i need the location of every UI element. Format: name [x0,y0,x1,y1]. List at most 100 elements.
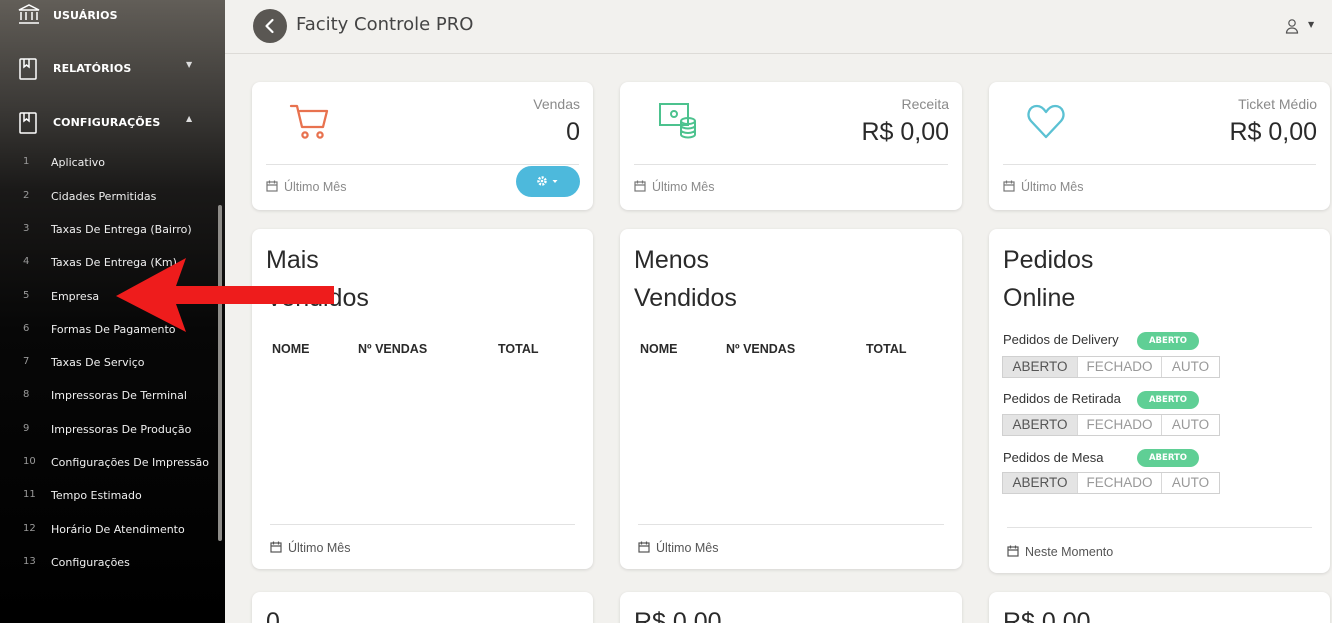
column-header-total[interactable]: TOTAL [866,342,907,356]
sidebar-item-configuracoes-impressao[interactable]: 10 Configurações De Impressão [0,453,212,475]
chevron-down-icon: ▼ [186,60,193,69]
card-title-line: Menos [634,246,710,274]
card-footer-text: Neste Momento [1025,545,1114,559]
bank-icon [17,2,41,30]
option-aberto[interactable]: ABERTO [1003,415,1077,435]
item-number: 6 [23,323,30,334]
divider [1007,527,1312,528]
retirada-status-toggle: ABERTO FECHADO AUTO [1002,414,1220,436]
book-icon [17,57,39,85]
sidebar-item-aplicativo[interactable]: 1 Aplicativo [0,153,212,175]
order-type-label: Pedidos de Retirada [1003,391,1121,406]
card-footer-text: Último Mês [288,541,351,555]
sidebar-section-usuarios[interactable]: USUÁRIOS [0,0,225,40]
stat-footer-text: Último Mês [652,180,715,194]
bottom-card: R$ 0,00 [620,592,962,623]
stat-label: Ticket Médio [1238,96,1317,112]
status-badge: ABERTO [1137,449,1199,467]
item-label: Empresa [51,290,100,303]
calendar-icon [266,180,278,192]
divider [270,524,575,525]
sidebar-item-tempo-estimado[interactable]: 11 Tempo Estimado [0,486,212,508]
stat-value: 0 [566,118,580,146]
stat-value: R$ 0,00 [1229,118,1317,146]
cart-icon [289,101,329,145]
mesa-status-toggle: ABERTO FECHADO AUTO [1002,472,1220,494]
sidebar-section-label: CONFIGURAÇÕES [53,116,161,129]
divider [634,164,948,165]
option-auto[interactable]: AUTO [1161,473,1219,493]
order-type-label: Pedidos de Mesa [1003,450,1104,465]
back-button[interactable] [253,9,287,43]
sidebar-section-label: RELATÓRIOS [53,62,132,75]
divider [266,164,579,165]
card-title-line: Pedidos [1003,246,1094,274]
item-label: Aplicativo [51,156,106,169]
topbar: Facity Controle PRO ▼ [225,0,1332,54]
item-label: Cidades Permitidas [51,190,157,203]
column-header-nome[interactable]: NOME [272,342,310,356]
sidebar-item-impressoras-producao[interactable]: 9 Impressoras De Produção [0,420,212,442]
divider [1003,164,1316,165]
item-number: 11 [23,489,36,500]
user-icon[interactable] [1285,18,1299,38]
sidebar-section-configuracoes[interactable]: CONFIGURAÇÕES ▲ [0,108,225,148]
item-number: 8 [23,389,30,400]
stat-footer: Último Mês [1003,180,1084,194]
option-aberto[interactable]: ABERTO [1003,473,1077,493]
stat-footer-text: Último Mês [1021,180,1084,194]
option-auto[interactable]: AUTO [1161,357,1219,377]
sidebar-item-configuracoes[interactable]: 13 Configurações [0,553,212,575]
option-fechado[interactable]: FECHADO [1077,473,1161,493]
sidebar-section-relatorios[interactable]: RELATÓRIOS ▼ [0,54,225,94]
chevron-down-icon[interactable]: ▼ [1308,20,1314,29]
bottom-card-value: R$ 0,00 [634,608,722,623]
sidebar-item-taxas-entrega-bairro[interactable]: 3 Taxas De Entrega (Bairro) [0,220,212,242]
settings-dropdown-button[interactable] [516,166,580,197]
item-number: 4 [23,256,30,267]
option-auto[interactable]: AUTO [1161,415,1219,435]
menos-vendidos-card: Menos Vendidos NOME Nº VENDAS TOTAL Últi… [620,229,962,569]
calendar-icon [638,541,650,553]
column-header-vendas[interactable]: Nº VENDAS [358,342,427,356]
card-footer: Último Mês [270,541,351,555]
column-header-vendas[interactable]: Nº VENDAS [726,342,795,356]
option-aberto[interactable]: ABERTO [1003,357,1077,377]
money-icon [658,101,698,145]
card-footer: Neste Momento [1007,545,1113,559]
sidebar-section-label: USUÁRIOS [53,9,118,22]
stat-value: R$ 0,00 [861,118,949,146]
item-label: Taxas De Serviço [51,356,145,369]
item-number: 13 [23,556,36,567]
heart-icon [1026,101,1066,145]
stat-card-receita: Receita R$ 0,00 Último Mês [620,82,962,210]
calendar-icon [270,541,282,553]
bottom-card-value: R$ 0,00 [1003,608,1091,623]
item-number: 2 [23,190,30,201]
sidebar-item-taxas-servico[interactable]: 7 Taxas De Serviço [0,353,212,375]
column-header-total[interactable]: TOTAL [498,342,539,356]
option-fechado[interactable]: FECHADO [1077,357,1161,377]
status-badge: ABERTO [1137,391,1199,409]
item-label: Configurações [51,556,130,569]
stat-footer: Último Mês [634,180,715,194]
item-label: Configurações De Impressão [51,456,209,469]
option-fechado[interactable]: FECHADO [1077,415,1161,435]
pedidos-online-card: Pedidos Online Pedidos de Delivery ABERT… [989,229,1330,573]
bottom-card: R$ 0,00 [989,592,1330,623]
calendar-icon [1003,180,1015,192]
item-number: 5 [23,290,30,301]
item-label: Impressoras De Terminal [51,389,187,402]
stat-label: Vendas [533,96,580,112]
column-header-nome[interactable]: NOME [640,342,678,356]
item-number: 7 [23,356,30,367]
sidebar-item-impressoras-terminal[interactable]: 8 Impressoras De Terminal [0,386,212,408]
card-footer: Último Mês [638,541,719,555]
item-label: Taxas De Entrega (Bairro) [51,223,192,236]
status-badge: ABERTO [1137,332,1199,350]
bottom-card-value: 0 [266,608,280,623]
sidebar-item-cidades-permitidas[interactable]: 2 Cidades Permitidas [0,187,212,209]
card-title-line: Vendidos [634,284,737,312]
delivery-status-toggle: ABERTO FECHADO AUTO [1002,356,1220,378]
sidebar-item-horario-atendimento[interactable]: 12 Horário De Atendimento [0,520,212,542]
